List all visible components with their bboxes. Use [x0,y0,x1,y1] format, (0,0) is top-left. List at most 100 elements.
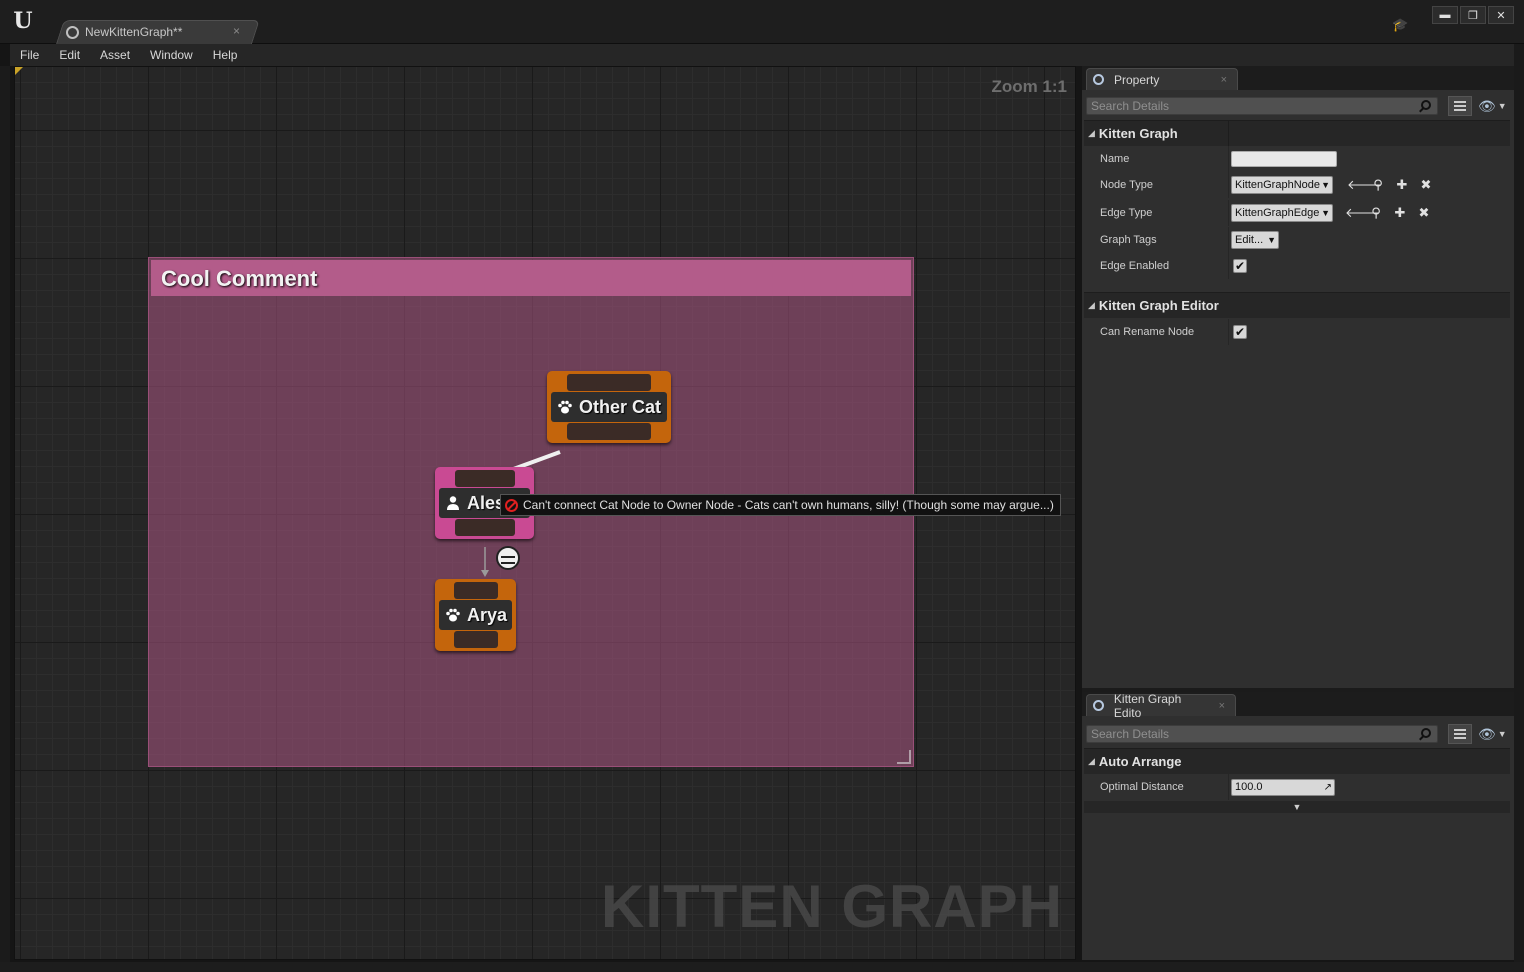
graph-canvas[interactable]: Zoom 1:1 Cool Comment Other Cat Ales Ary… [14,66,1076,960]
clear-icon[interactable]: ✖ [1419,177,1433,193]
edge-type-dropdown[interactable]: KittenGraphEdge [1231,204,1333,222]
node-other-cat[interactable]: Other Cat [547,371,671,443]
property-tab[interactable]: Property × [1086,68,1238,90]
maximize-button[interactable]: ❐ [1460,6,1486,24]
collapse-triangle-icon[interactable]: ◢ [1088,300,1095,311]
advanced-expand-icon[interactable]: ▼ [1084,801,1510,813]
node-arya[interactable]: Arya [435,579,516,651]
comment-resize-handle[interactable] [897,750,911,764]
person-icon [447,496,459,510]
category-auto-arrange[interactable]: ◢ Auto Arrange [1084,748,1510,774]
eye-icon[interactable]: 👁 [1478,726,1496,743]
node-input-pin[interactable] [567,374,651,391]
prohibited-icon [505,498,518,512]
collapse-triangle-icon[interactable]: ◢ [1088,128,1095,139]
property-row-edge-type: Edge Type KittenGraphEdge 🡐 ⚲ ✚ ✖ [1084,200,1510,226]
node-output-pin[interactable] [454,519,515,536]
arrow-left-icon[interactable]: 🡐 [1345,205,1380,221]
bottom-edge-strip [0,962,1524,972]
node-body[interactable]: Arya [439,600,512,630]
column-divider[interactable] [1228,121,1229,146]
node-output-pin[interactable] [453,631,498,648]
close-tab-icon[interactable]: × [233,24,240,38]
close-tab-icon[interactable]: × [1219,700,1225,712]
property-row-name: Name [1084,146,1510,172]
column-divider [1228,253,1229,279]
edge-node-icon[interactable] [496,546,520,570]
property-label: Name [1100,153,1130,165]
name-field[interactable] [1231,151,1337,167]
property-row-edge-enabled: Edge Enabled ✔ [1084,253,1510,279]
menu-file[interactable]: File [10,48,49,62]
edge-enabled-checkbox[interactable]: ✔ [1233,259,1247,273]
property-row-optimal-distance: Optimal Distance 100.0 [1084,774,1510,800]
close-tab-icon[interactable]: × [1221,74,1227,86]
search-placeholder: Search Details [1091,99,1170,113]
property-search-row: Search Details 👁 ▼ [1086,96,1507,116]
view-options-button[interactable] [1448,96,1472,116]
property-label: Graph Tags [1100,234,1157,246]
column-divider [1228,200,1229,226]
editor-search-row: Search Details 👁 ▼ [1086,724,1507,744]
view-options-button[interactable] [1448,724,1472,744]
property-search-input[interactable]: Search Details [1086,97,1438,115]
graduation-cap-icon[interactable]: 🎓 [1392,17,1410,33]
menu-help[interactable]: Help [203,48,248,62]
chevron-down-icon[interactable]: ▼ [1498,101,1507,111]
node-input-pin[interactable] [454,470,515,487]
comment-title[interactable]: Cool Comment [161,266,317,292]
chevron-down-icon[interactable]: ▼ [1498,729,1507,739]
node-input-pin[interactable] [453,582,498,599]
menu-asset[interactable]: Asset [90,48,140,62]
browse-search-icon[interactable]: ⚲ [1369,205,1383,221]
minimize-button[interactable]: ▬ [1432,6,1458,24]
comment-header[interactable]: Cool Comment [151,260,911,296]
menu-window[interactable]: Window [140,48,203,62]
property-label: Can Rename Node [1100,326,1195,338]
arrow-left-icon[interactable]: 🡐 [1347,177,1382,193]
menu-bar: File Edit Asset Window Help [10,44,1514,66]
optimal-distance-field[interactable]: 100.0 [1231,778,1335,796]
category-kitten-graph[interactable]: ◢ Kitten Graph [1084,120,1510,146]
editor-tab-bar: Kitten Graph Edito × [1082,692,1514,720]
menu-edit[interactable]: Edit [49,48,90,62]
node-type-dropdown[interactable]: KittenGraphNode [1231,176,1333,194]
eye-icon[interactable]: 👁 [1478,98,1496,115]
document-tab-title: NewKittenGraph** [85,25,183,39]
node-output-pin[interactable] [567,423,651,440]
search-placeholder: Search Details [1091,727,1170,741]
graph-tags-edit-button[interactable]: Edit... [1231,231,1279,249]
details-icon [1093,700,1104,711]
property-label: Optimal Distance [1100,781,1184,793]
can-rename-checkbox[interactable]: ✔ [1233,325,1247,339]
add-icon[interactable]: ✚ [1393,205,1407,221]
tooltip-text: Can't connect Cat Node to Owner Node - C… [523,498,1054,512]
window-controls: ▬ ❐ ✕ [1432,6,1514,24]
editor-settings-panel: Kitten Graph Edito × Search Details 👁 ▼ ◢… [1082,692,1514,960]
column-divider [1228,774,1229,800]
node-body[interactable]: Other Cat [551,392,667,422]
paw-icon [446,608,460,622]
node-title[interactable]: Arya [467,605,507,626]
clear-icon[interactable]: ✖ [1417,205,1431,221]
property-row-can-rename: Can Rename Node ✔ [1084,319,1510,345]
connection-error-tooltip: Can't connect Cat Node to Owner Node - C… [500,494,1061,516]
search-icon[interactable] [1421,100,1431,110]
editor-search-input[interactable]: Search Details [1086,725,1438,743]
right-edge-strip [1514,44,1524,972]
search-icon[interactable] [1421,728,1431,738]
category-label: Kitten Graph Editor [1098,298,1219,313]
category-label: Auto Arrange [1098,754,1182,769]
editor-settings-tab[interactable]: Kitten Graph Edito × [1086,692,1236,720]
column-divider [1228,227,1229,253]
node-title[interactable]: Other Cat [579,397,661,418]
add-icon[interactable]: ✚ [1395,177,1409,193]
category-kitten-graph-editor[interactable]: ◢ Kitten Graph Editor [1084,292,1510,318]
document-tab[interactable]: NewKittenGraph** × [62,20,252,44]
column-divider [1228,146,1229,172]
unreal-logo-icon[interactable]: U [10,6,36,36]
close-button[interactable]: ✕ [1488,6,1514,24]
browse-search-icon[interactable]: ⚲ [1371,177,1385,193]
zoom-label: Zoom 1:1 [991,77,1067,96]
collapse-triangle-icon[interactable]: ◢ [1088,756,1095,767]
